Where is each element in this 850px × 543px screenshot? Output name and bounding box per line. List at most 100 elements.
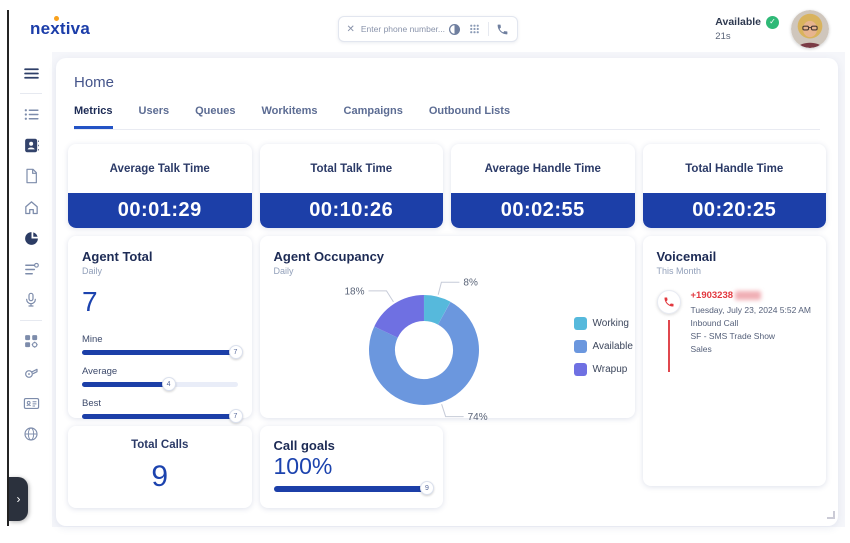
voicemail-direction: Inbound Call xyxy=(691,317,812,330)
svg-text:8%: 8% xyxy=(463,278,478,289)
list-icon[interactable] xyxy=(19,103,43,125)
resize-handle-icon[interactable] xyxy=(827,511,835,519)
legend-swatch xyxy=(574,317,587,330)
document-icon[interactable] xyxy=(19,165,43,187)
phone-dialer-widget: ✕ xyxy=(338,16,518,42)
total-calls-value: 9 xyxy=(151,451,168,502)
logo-dot-icon xyxy=(54,16,59,21)
status-timer: 21s xyxy=(715,31,730,42)
divider xyxy=(20,320,42,321)
microphone-icon[interactable] xyxy=(19,289,43,311)
legend-label: Wrapup xyxy=(593,364,628,375)
card-title: Total Calls xyxy=(131,439,188,451)
whistle-icon[interactable] xyxy=(19,361,43,383)
legend-swatch xyxy=(574,363,587,376)
metric-title: Total Handle Time xyxy=(643,144,827,193)
phone-number-input[interactable] xyxy=(361,24,448,34)
voicemail-number: +1903238 xyxy=(691,290,734,301)
divider xyxy=(20,93,42,94)
card-subtitle: This Month xyxy=(657,266,813,276)
metric-title: Average Handle Time xyxy=(451,144,635,193)
progress-bar: 7 xyxy=(82,350,238,355)
voicemail-source: SF - SMS Trade Show xyxy=(691,330,812,343)
clear-input-icon[interactable]: ✕ xyxy=(347,24,355,35)
tab-users[interactable]: Users xyxy=(139,105,170,129)
apps-settings-icon[interactable] xyxy=(19,330,43,352)
tab-outbound-lists[interactable]: Outbound Lists xyxy=(429,105,510,129)
progress-bar: 7 xyxy=(82,414,238,419)
svg-text:74%: 74% xyxy=(467,412,487,423)
metric-value: 00:10:26 xyxy=(260,193,444,228)
call-icon[interactable] xyxy=(496,23,509,36)
card-title: Voicemail xyxy=(657,249,813,264)
list-settings-icon[interactable] xyxy=(19,258,43,280)
agent-status-selector[interactable]: Available ✓ 21s xyxy=(715,16,779,43)
progress-badge: 7 xyxy=(229,409,243,423)
pie-chart-icon[interactable] xyxy=(19,227,43,249)
card-subtitle: Daily xyxy=(82,266,238,276)
progress-fill xyxy=(274,486,430,492)
metric-card-average-handle-time: Average Handle Time 00:02:55 xyxy=(451,144,635,228)
expand-sidebar-button[interactable]: › xyxy=(9,477,28,521)
menu-icon[interactable] xyxy=(19,62,43,84)
page-title: Home xyxy=(74,74,820,91)
progress-badge: 9 xyxy=(420,481,434,495)
call-goals-card: Call goals 100% 9 xyxy=(260,426,444,508)
voicemail-card: Voicemail This Month +1903238 Tuesday, J… xyxy=(643,236,827,486)
legend-item-wrapup: Wrapup xyxy=(574,363,633,376)
metric-value: 00:01:29 xyxy=(68,193,252,228)
voicemail-datetime: Tuesday, July 23, 2024 5:52 AM xyxy=(691,304,812,317)
avatar[interactable] xyxy=(791,10,829,48)
legend-swatch xyxy=(574,340,587,353)
left-sidebar xyxy=(10,52,52,527)
agent-total-card: Agent Total Daily 7 Mine 7 Average 4 Bes… xyxy=(68,236,252,418)
top-bar: nextiva ✕ Avail xyxy=(10,6,845,52)
tab-campaigns[interactable]: Campaigns xyxy=(344,105,403,129)
bar-label: Average xyxy=(82,366,238,377)
call-goals-value: 100% xyxy=(274,453,430,480)
progress-bar: 4 xyxy=(82,382,238,387)
bar-label: Mine xyxy=(82,334,238,345)
card-title: Agent Occupancy xyxy=(274,249,621,264)
globe-icon[interactable] xyxy=(19,423,43,445)
progress-fill xyxy=(82,350,238,355)
metric-card-total-handle-time: Total Handle Time 00:20:25 xyxy=(643,144,827,228)
legend-label: Available xyxy=(593,341,633,352)
agent-total-value: 7 xyxy=(82,286,238,318)
progress-bar: 9 xyxy=(274,486,430,492)
tab-bar: Metrics Users Queues Workitems Campaigns… xyxy=(74,105,820,130)
dialpad-icon[interactable] xyxy=(468,23,481,36)
chart-legend: Working Available Wrapup xyxy=(574,317,633,376)
id-card-icon[interactable] xyxy=(19,392,43,414)
progress-group-best: Best 7 xyxy=(82,398,238,419)
card-title: Agent Total xyxy=(82,249,238,264)
status-check-icon: ✓ xyxy=(766,16,779,29)
metric-card-average-talk-time: Average Talk Time 00:01:29 xyxy=(68,144,252,228)
legend-item-available: Available xyxy=(574,340,633,353)
progress-fill xyxy=(82,382,171,387)
timeline-line xyxy=(668,320,670,372)
chevron-right-icon: › xyxy=(17,492,21,506)
progress-group-average: Average 4 xyxy=(82,366,238,387)
metric-title: Average Talk Time xyxy=(68,144,252,193)
tab-metrics[interactable]: Metrics xyxy=(74,105,113,129)
tab-queues[interactable]: Queues xyxy=(195,105,235,129)
status-label: Available xyxy=(715,16,761,28)
half-filled-circle-icon[interactable] xyxy=(448,23,461,36)
progress-group-mine: Mine 7 xyxy=(82,334,238,355)
occupancy-donut-chart: 8%74%18% xyxy=(274,276,574,416)
metric-value: 00:02:55 xyxy=(451,193,635,228)
card-subtitle: Daily xyxy=(274,266,621,276)
tab-workitems[interactable]: Workitems xyxy=(261,105,317,129)
bar-label: Best xyxy=(82,398,238,409)
contacts-icon[interactable] xyxy=(19,134,43,156)
home-icon[interactable] xyxy=(19,196,43,218)
agent-occupancy-card: Agent Occupancy Daily 8%74%18% Working Av… xyxy=(260,236,635,418)
legend-label: Working xyxy=(593,318,630,329)
legend-item-working: Working xyxy=(574,317,633,330)
voicemail-entry[interactable]: +1903238 Tuesday, July 23, 2024 5:52 AM … xyxy=(657,290,813,372)
svg-text:18%: 18% xyxy=(344,286,364,297)
window-edge xyxy=(7,10,9,526)
metric-title: Total Talk Time xyxy=(260,144,444,193)
divider xyxy=(488,22,489,36)
